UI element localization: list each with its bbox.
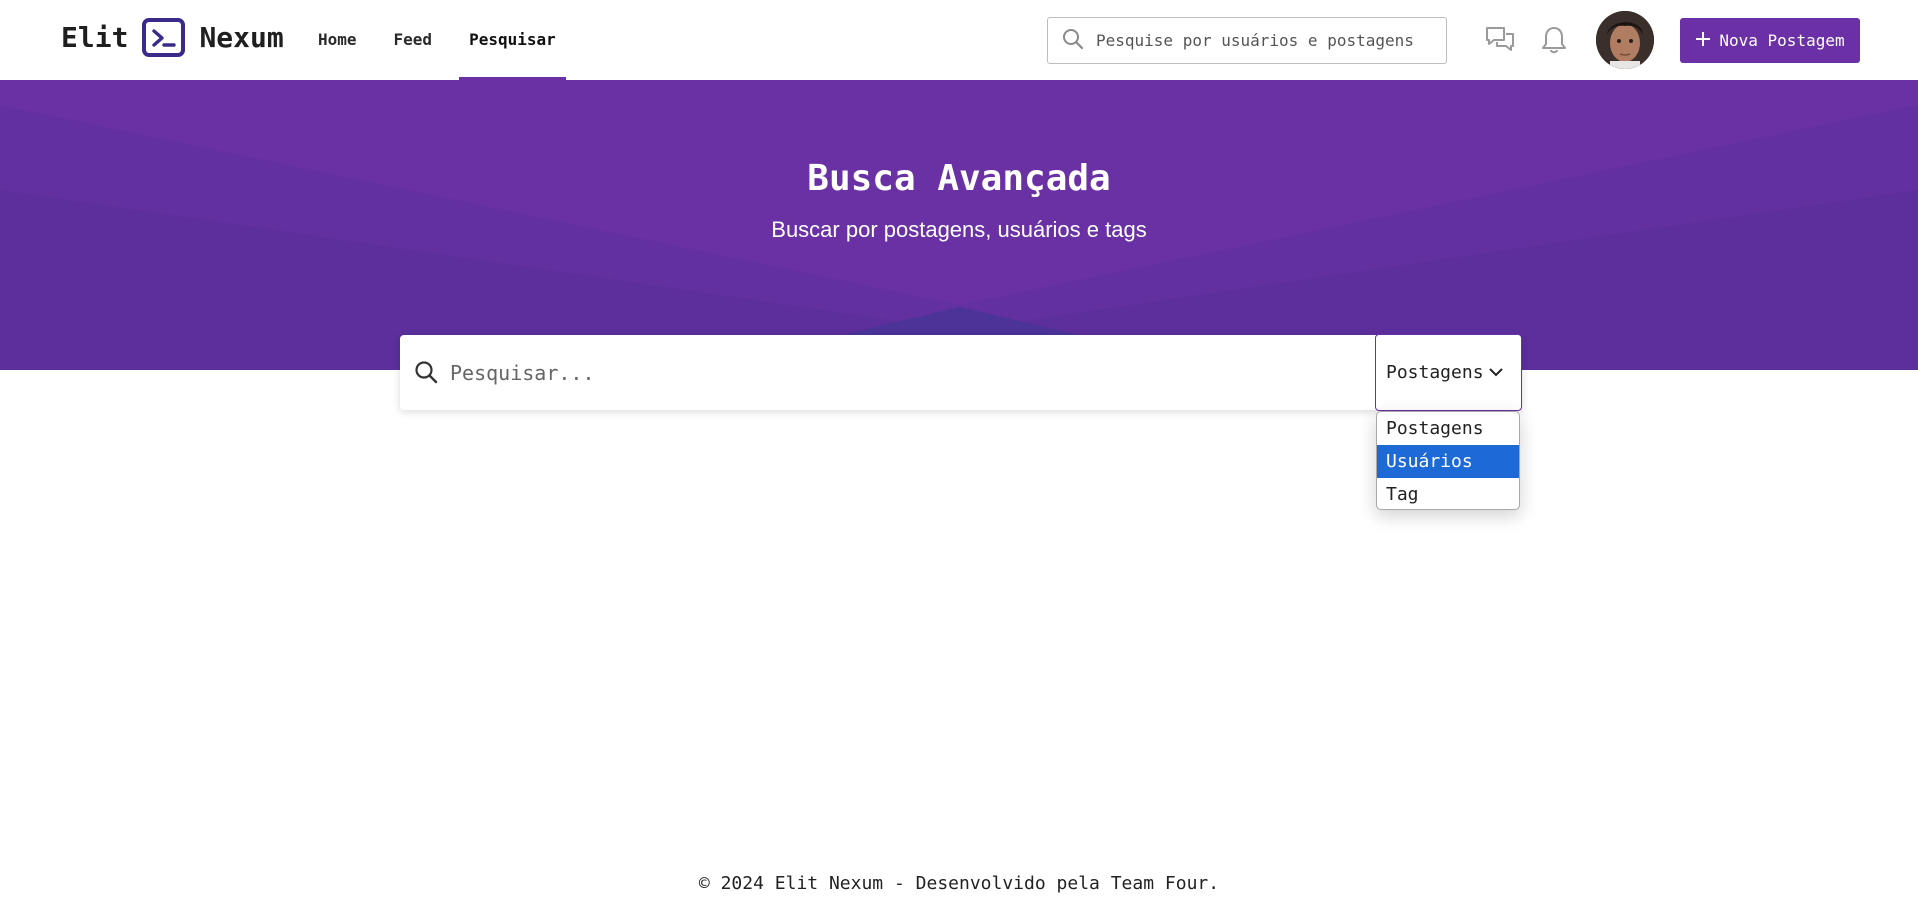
footer-text: © 2024 Elit Nexum - Desenvolvido pela Te… xyxy=(698,873,1220,894)
plus-icon xyxy=(1695,31,1711,51)
nav-pesquisar[interactable]: Pesquisar xyxy=(459,0,566,80)
new-post-button[interactable]: Nova Postagem xyxy=(1680,18,1860,63)
search-type-selected: Postagens xyxy=(1386,362,1484,383)
page-subtitle: Buscar por postagens, usuários e tags xyxy=(771,217,1147,242)
advanced-search-box: Postagens xyxy=(400,334,1522,411)
new-post-label: Nova Postagem xyxy=(1719,31,1845,50)
option-postagens[interactable]: Postagens xyxy=(1377,412,1519,445)
option-usuarios[interactable]: Usuários xyxy=(1377,445,1519,478)
advanced-search-input[interactable] xyxy=(450,353,1350,393)
chat-bubbles-icon[interactable] xyxy=(1484,24,1516,56)
brand-name-left: Elit xyxy=(61,21,129,54)
main-nav: Home Feed Pesquisar xyxy=(318,0,566,80)
avatar[interactable] xyxy=(1596,11,1654,69)
page-title: Busca Avançada xyxy=(807,158,1111,199)
top-navbar: Elit Nexum Home Feed Pesquisar Pesquise … xyxy=(0,0,1918,80)
brand-logo[interactable]: Elit Nexum xyxy=(61,18,284,57)
search-icon xyxy=(414,360,438,388)
search-type-select[interactable]: Postagens xyxy=(1375,334,1522,411)
hero-banner: Busca Avançada Buscar por postagens, usu… xyxy=(0,80,1918,370)
header-search-input[interactable] xyxy=(1096,31,1426,50)
nav-feed[interactable]: Feed xyxy=(394,0,433,80)
bell-icon[interactable] xyxy=(1538,24,1570,56)
search-type-dropdown: Postagens Usuários Tag xyxy=(1376,411,1520,510)
chevron-down-icon xyxy=(1488,362,1504,383)
nav-home[interactable]: Home xyxy=(318,0,357,80)
search-icon xyxy=(1062,28,1084,54)
brand-name-right: Nexum xyxy=(199,21,284,54)
header-search[interactable] xyxy=(1047,17,1447,64)
option-tag[interactable]: Tag xyxy=(1377,478,1519,509)
terminal-prompt-icon xyxy=(142,18,186,57)
